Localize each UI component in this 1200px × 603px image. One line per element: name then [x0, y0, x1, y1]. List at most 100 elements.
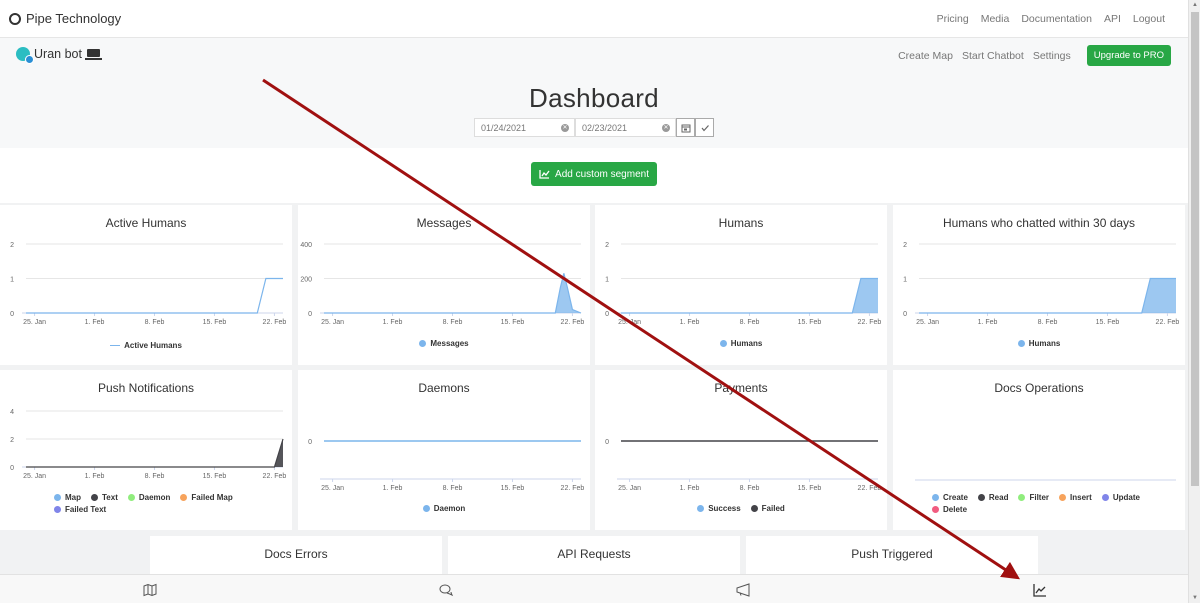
clear-date-to-icon[interactable]: ✕ — [662, 123, 670, 132]
legend-item-create[interactable]: Create — [932, 492, 968, 503]
legend-item-failed[interactable]: Failed — [750, 503, 785, 514]
y-tick-label: 0 — [308, 311, 312, 318]
logo-ring-icon — [9, 12, 21, 25]
megaphone-icon — [736, 583, 750, 597]
push-notifications-chart-card: Push Notifications 0 2 4 25. Jan 1. Feb 8. Feb… — [0, 370, 292, 530]
legend-marker — [697, 505, 705, 512]
x-tick-label: 15. Feb — [203, 319, 227, 326]
date-range-picker: 01/24/2021 ✕ 02/23/2021 ✕ — [474, 118, 714, 137]
bottom-nav-broadcast[interactable] — [735, 582, 751, 598]
series-line-messages[interactable] — [324, 273, 582, 314]
series-area-messages[interactable] — [324, 273, 581, 313]
x-tick-label: 1. Feb — [978, 319, 998, 326]
nav-link-documentation[interactable]: Documentation — [1021, 13, 1092, 25]
legend-item-filter[interactable]: Filter — [1018, 492, 1049, 503]
legend-label: Success — [708, 504, 741, 513]
brand-logo[interactable]: Pipe Technology — [9, 11, 121, 26]
bottom-nav-maps[interactable] — [142, 582, 158, 598]
bottom-nav — [0, 574, 1188, 603]
series-area-text[interactable] — [26, 439, 283, 467]
bot-name: Uran bot — [34, 47, 82, 61]
date-to-input[interactable]: 02/23/2021 ✕ — [575, 118, 676, 137]
series-line-active-humans[interactable] — [26, 277, 283, 314]
legend-item-messages[interactable]: Messages — [419, 338, 469, 349]
legend-item-read[interactable]: Read — [977, 492, 1008, 503]
legend-item-humans[interactable]: Humans — [1017, 338, 1060, 349]
legend-item-daemon[interactable]: Daemon — [422, 503, 465, 514]
legend-item-text[interactable]: Text — [91, 492, 118, 503]
x-tick-label: 22. Feb — [263, 319, 287, 326]
y-tick-label: 0 — [903, 311, 907, 318]
y-tick-label: 0 — [605, 439, 609, 446]
series-line-humans[interactable] — [919, 277, 1176, 314]
nav-link-pricing[interactable]: Pricing — [937, 13, 969, 25]
upgrade-to-pro-button[interactable]: Upgrade to PRO — [1086, 45, 1171, 66]
y-tick-label: 2 — [903, 242, 907, 249]
y-tick-label: 4 — [10, 409, 14, 416]
nav-link-logout[interactable]: Logout — [1133, 13, 1165, 25]
humans-chart-card: Humans 0 1 2 25. Jan 1. Feb 8. Feb 15. Feb 22. F… — [595, 205, 887, 365]
legend-label: Humans — [730, 339, 763, 348]
legend-marker — [1018, 494, 1026, 501]
top-navbar: Pipe Technology Pricing Media Documentat… — [0, 0, 1188, 38]
nav-link-api[interactable]: API — [1104, 13, 1121, 25]
legend-item-failed-text[interactable]: Failed Text — [54, 504, 106, 515]
legend-item-delete[interactable]: Delete — [932, 504, 967, 515]
legend-marker — [419, 340, 427, 347]
legend-marker — [1101, 494, 1109, 501]
bottom-nav-analytics[interactable] — [1032, 582, 1048, 598]
legend-item-humans[interactable]: Humans — [719, 338, 763, 349]
calendar-button[interactable] — [676, 118, 695, 137]
active-humans-chart-card: Active Humans 0 1 2 25. Jan 1. Feb 8. Feb 15. F… — [0, 205, 292, 365]
legend-marker — [977, 494, 985, 501]
x-tick-label: 22. Feb — [263, 473, 287, 480]
legend-item-success[interactable]: Success — [697, 503, 741, 514]
x-tick-label: 1. Feb — [85, 319, 105, 326]
card-title: API Requests — [557, 547, 631, 561]
nav-link-media[interactable]: Media — [981, 13, 1010, 25]
apply-date-button[interactable] — [695, 118, 714, 137]
legend-label: Failed — [761, 504, 785, 513]
vertical-scrollbar[interactable]: ▲ ▼ — [1188, 0, 1200, 603]
y-tick-label: 1 — [605, 277, 609, 284]
legend-label: Insert — [1070, 493, 1092, 502]
laptop-icon — [84, 49, 102, 60]
scroll-up-arrow-icon[interactable]: ▲ — [1189, 0, 1200, 10]
x-tick-label: 22. Feb — [858, 319, 882, 326]
series-line-text[interactable] — [26, 438, 284, 468]
bot-selector[interactable]: Uran bot — [16, 47, 102, 64]
y-tick-label: 0 — [10, 311, 14, 318]
series-area-humans[interactable] — [621, 278, 878, 314]
x-tick-label: 25. Jan — [321, 485, 344, 492]
legend-item-failed-map[interactable]: Failed Map — [180, 492, 233, 503]
legend-label: Create — [943, 493, 968, 502]
date-from-input[interactable]: 01/24/2021 ✕ — [474, 118, 575, 137]
legend-label: Failed Map — [191, 493, 233, 502]
legend-item-daemon[interactable]: Daemon — [127, 492, 170, 503]
scrollbar-thumb[interactable] — [1191, 12, 1199, 486]
start-chatbot-link[interactable]: Start Chatbot — [962, 50, 1024, 62]
x-tick-label: 1. Feb — [680, 319, 700, 326]
legend-item-map[interactable]: Map — [54, 492, 81, 503]
clear-date-from-icon[interactable]: ✕ — [561, 123, 569, 132]
map-icon — [143, 583, 157, 597]
y-tick-label: 400 — [300, 242, 312, 249]
chart-legend: Create Read Filter Insert Update Delete — [893, 492, 1185, 516]
create-map-link[interactable]: Create Map — [898, 50, 953, 62]
x-tick-label: 1. Feb — [680, 485, 700, 492]
legend-item-insert[interactable]: Insert — [1059, 492, 1092, 503]
settings-link[interactable]: Settings — [1033, 50, 1071, 62]
legend-marker — [1017, 340, 1025, 347]
add-custom-segment-button[interactable]: Add custom segment — [531, 162, 657, 186]
bottom-nav-chats[interactable] — [438, 582, 454, 598]
legend-item-update[interactable]: Update — [1101, 492, 1140, 503]
chart-legend: Messages — [298, 338, 590, 350]
scroll-down-arrow-icon[interactable]: ▼ — [1189, 593, 1200, 603]
series-area-humans[interactable] — [919, 278, 1176, 314]
legend-item-active-humans[interactable]: Active Humans — [110, 340, 182, 351]
legend-marker — [1059, 494, 1067, 501]
x-tick-label: 15. Feb — [1096, 319, 1120, 326]
x-tick-label: 8. Feb — [443, 485, 463, 492]
series-line-humans[interactable] — [621, 277, 878, 314]
x-tick-label: 8. Feb — [740, 319, 760, 326]
